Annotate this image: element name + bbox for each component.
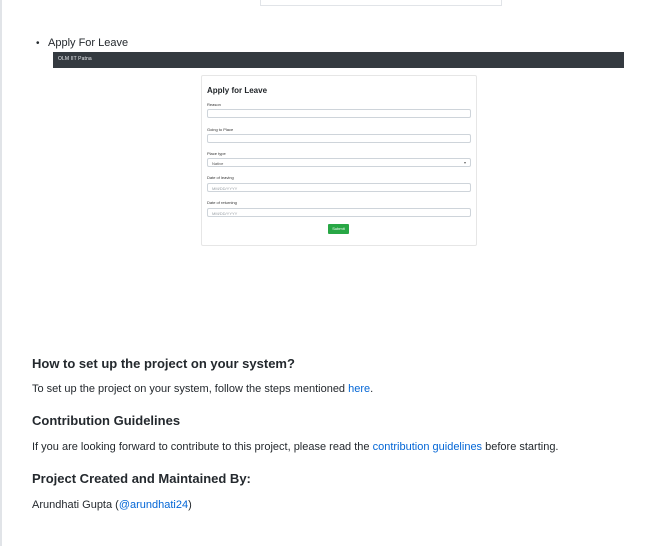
list-item-apply-for-leave: • Apply For Leave bbox=[36, 37, 128, 49]
submit-button: Submit bbox=[328, 224, 349, 234]
contribution-text: If you are looking forward to contribute… bbox=[32, 441, 373, 453]
place-type-value: Native bbox=[212, 161, 224, 166]
place-label: Going to Place bbox=[207, 127, 234, 132]
setup-here-link[interactable]: here bbox=[348, 383, 370, 395]
contribution-guidelines-link[interactable]: contribution guidelines bbox=[373, 441, 482, 453]
leave-form-card: Apply for Leave Reason Going to Place Pl… bbox=[201, 75, 477, 246]
leaving-date-field: MM/DD/YYYY bbox=[207, 183, 471, 192]
setup-paragraph: To set up the project on your system, fo… bbox=[32, 383, 373, 395]
leaving-placeholder: MM/DD/YYYY bbox=[212, 186, 238, 191]
list-item-label: Apply For Leave bbox=[48, 37, 129, 49]
contribution-paragraph: If you are looking forward to contribute… bbox=[32, 441, 559, 453]
returning-placeholder: MM/DD/YYYY bbox=[212, 211, 238, 216]
apply-leave-screenshot: OLM IIT Patna Apply for Leave Reason Goi… bbox=[53, 52, 625, 252]
maintainer-text-end: ) bbox=[188, 499, 192, 511]
returning-date-field: MM/DD/YYYY bbox=[207, 208, 471, 217]
navbar-brand: OLM IIT Patna bbox=[58, 56, 92, 62]
contribution-text-end: before starting. bbox=[482, 441, 559, 453]
setup-heading: How to set up the project on your system… bbox=[32, 356, 295, 371]
place-type-label: Place type bbox=[207, 151, 226, 156]
content-left-border bbox=[0, 0, 2, 546]
screenshot-navbar: OLM IIT Patna bbox=[53, 52, 624, 68]
bullet-icon: • bbox=[36, 38, 40, 49]
maintainer-heading: Project Created and Maintained By: bbox=[32, 471, 251, 486]
setup-text: To set up the project on your system, fo… bbox=[32, 383, 349, 395]
previous-image-frame bbox=[260, 0, 502, 6]
contribution-heading: Contribution Guidelines bbox=[32, 413, 181, 428]
reason-label: Reason bbox=[207, 102, 221, 107]
chevron-down-icon: ▾ bbox=[463, 160, 466, 165]
maintainer-name: Arundhati Gupta ( bbox=[32, 499, 119, 511]
returning-label: Date of returning bbox=[207, 200, 237, 205]
place-field bbox=[207, 134, 471, 143]
place-type-select: Native ▾ bbox=[207, 158, 471, 167]
leaving-label: Date of leaving bbox=[207, 175, 234, 180]
maintainer-profile-link[interactable]: @arundhati24 bbox=[119, 499, 188, 511]
reason-field bbox=[207, 109, 471, 118]
setup-text-end: . bbox=[370, 383, 374, 395]
maintainer-paragraph: Arundhati Gupta (@arundhati24) bbox=[32, 499, 192, 511]
form-title: Apply for Leave bbox=[207, 86, 268, 95]
